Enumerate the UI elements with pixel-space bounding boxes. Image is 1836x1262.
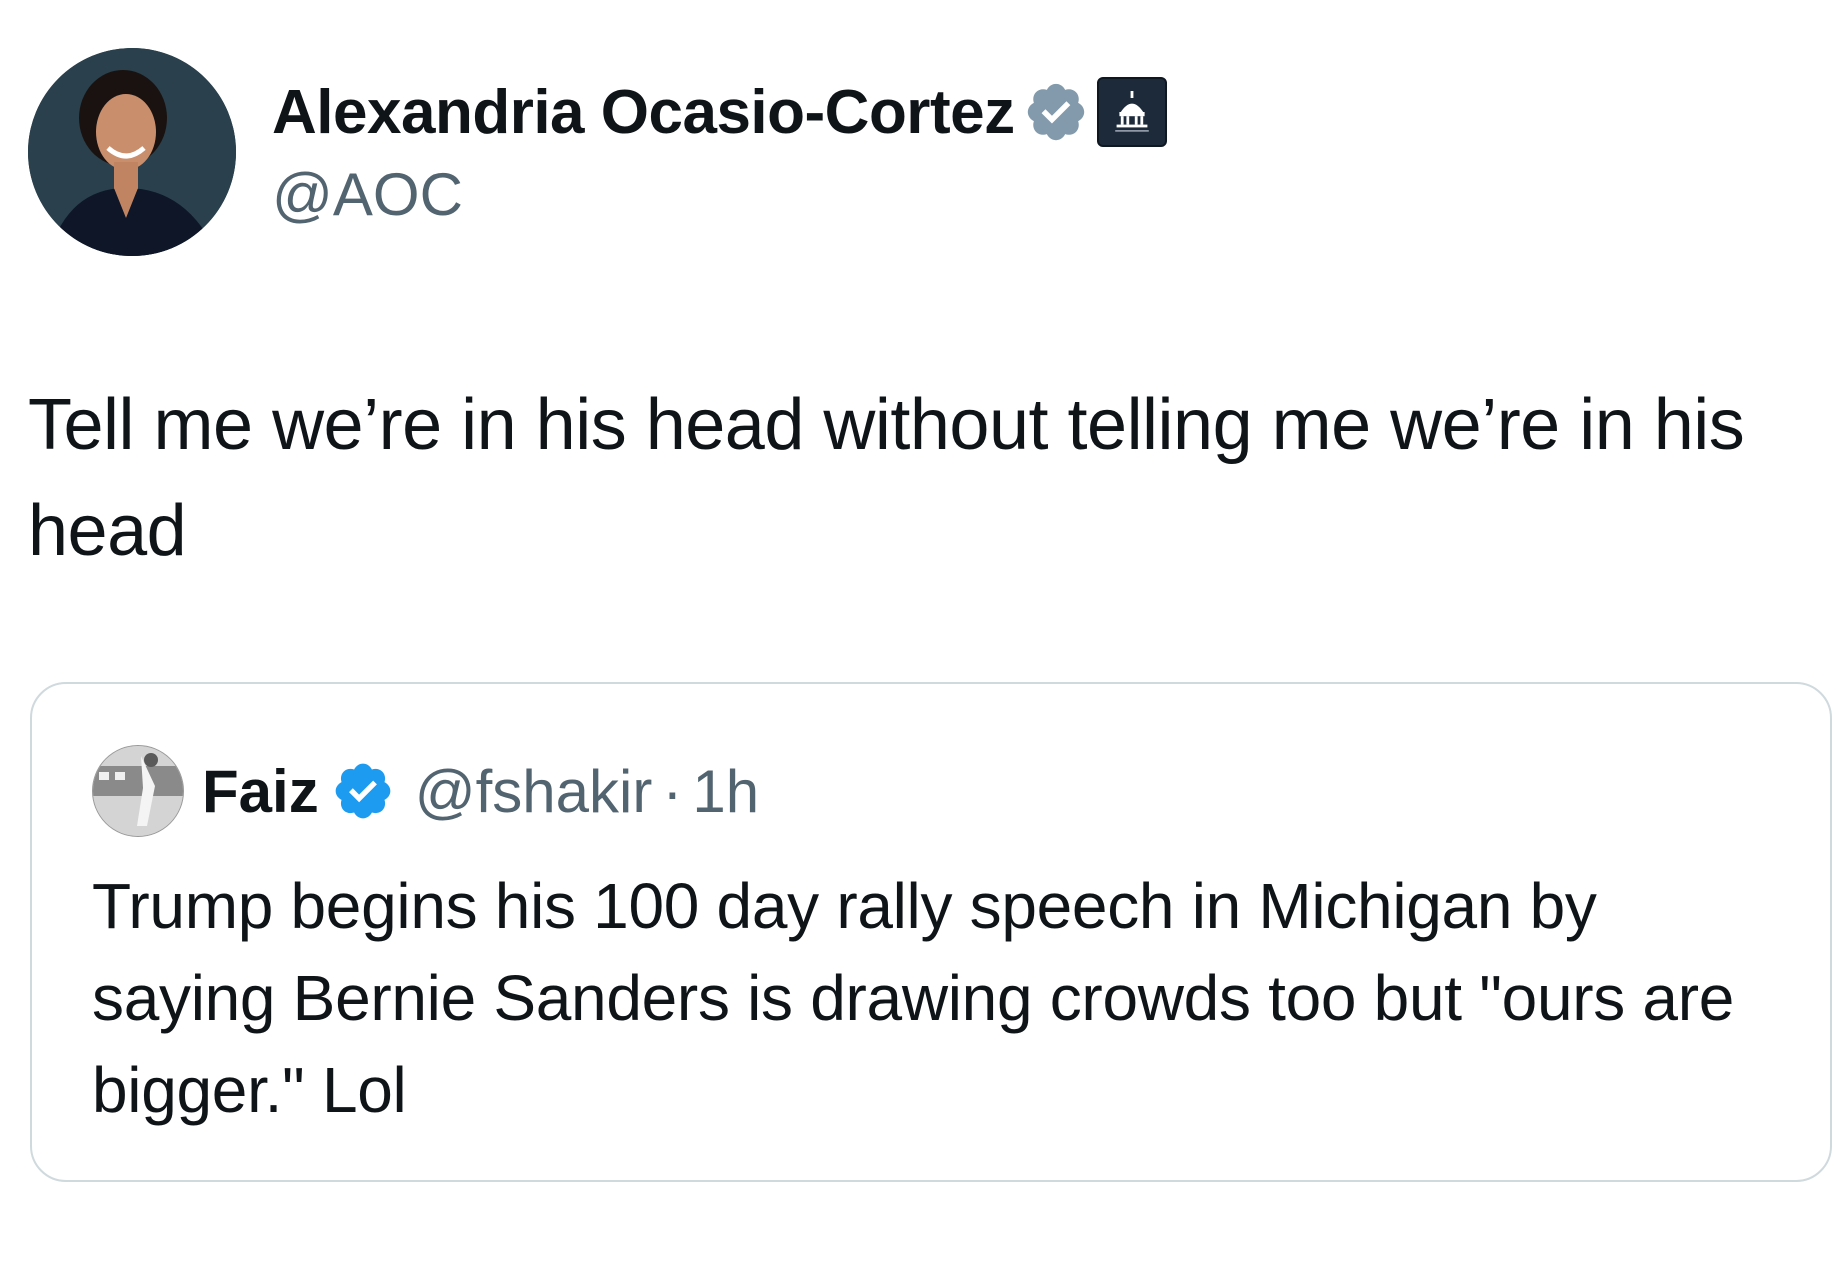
quoted-tweet-timestamp[interactable]: 1h (692, 757, 759, 826)
quoted-author-avatar[interactable] (92, 745, 184, 837)
separator-dot: · (662, 757, 683, 825)
capitol-dome-icon[interactable] (1096, 77, 1167, 147)
author-avatar[interactable] (28, 48, 236, 256)
quoted-author-handle[interactable]: @fshakir (415, 757, 653, 826)
quoted-tweet-card[interactable]: Faiz @fshakir · 1h Trump begins his 100 … (30, 682, 1832, 1182)
tweet[interactable]: Alexandria Ocasio-Cortez @AOC Tell me we… (0, 0, 1836, 1262)
blue-verified-icon[interactable] (331, 759, 395, 823)
author-display-name[interactable]: Alexandria Ocasio-Cortez (272, 77, 1015, 148)
grey-verified-icon[interactable] (1023, 79, 1089, 145)
quoted-tweet-text: Trump begins his 100 day rally speech in… (92, 870, 1735, 1126)
author-avatar-image (28, 48, 236, 256)
quoted-author-display-name[interactable]: Faiz (202, 757, 319, 826)
author-handle[interactable]: @AOC (272, 160, 463, 229)
author-name-row: Alexandria Ocasio-Cortez (272, 72, 1167, 152)
quoted-author-avatar-image (93, 746, 183, 836)
tweet-text: Tell me we’re in his head without tellin… (28, 385, 1745, 571)
quoted-tweet-header: Faiz @fshakir · 1h (92, 744, 759, 838)
